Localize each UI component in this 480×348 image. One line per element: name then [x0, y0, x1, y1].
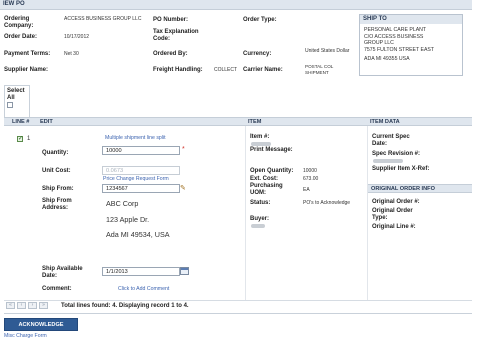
line-number: 1 [27, 136, 31, 142]
add-comment-link[interactable]: Click to Add Comment [118, 286, 169, 292]
original-order-type-label: Original Order Type: [372, 208, 413, 221]
column-item-data: ITEM DATA [370, 119, 400, 125]
supplier-item-xref-label: Supplier Item X-Ref: [372, 166, 430, 172]
open-quantity-value: 10000 [303, 168, 317, 174]
ship-from-address-line: 123 Apple Dr. [106, 215, 150, 224]
original-order-info-title: ORIGINAL ORDER INFO [371, 186, 435, 192]
print-message-label: Print Message: [250, 147, 293, 153]
quantity-label: Quantity: [42, 150, 69, 156]
currency-label: Currency: [243, 51, 272, 57]
select-all-checkbox[interactable] [7, 102, 13, 108]
spec-revision-label: Spec Revision #: [372, 151, 421, 157]
page-title: IEW PO [0, 0, 472, 10]
currency-value: United States Dollar [305, 48, 350, 54]
column-line: LINE # [12, 119, 30, 125]
select-all-box: Select All [4, 85, 30, 118]
ship-to-line: ADA MI 49355 USA [364, 56, 410, 63]
ordering-company-value: ACCESS BUSINESS GROUP LLC [64, 16, 142, 22]
order-type-label: Order Type: [243, 17, 277, 23]
comment-label: Comment: [42, 286, 72, 292]
ship-from-address-label: Ship From Address: [42, 198, 72, 211]
next-page-button[interactable]: › [28, 302, 37, 309]
ship-available-date-label: Ship Available Date: [42, 266, 83, 279]
ext-cost-value: 673.00 [303, 176, 319, 182]
ship-from-input[interactable]: 1234567 [102, 184, 180, 193]
divider [4, 313, 472, 314]
calendar-icon[interactable] [180, 267, 189, 275]
ordering-company-label: Ordering Company: [4, 16, 34, 29]
po-number-label: PO Number: [153, 17, 189, 23]
misc-charge-form-link[interactable]: Misc Charge Form [4, 333, 47, 339]
select-all-label: Select All [7, 88, 25, 101]
purchasing-uom-label: Purchasing UOM: [250, 183, 283, 196]
ship-from-label: Ship From: [42, 186, 74, 192]
payment-terms-value: Net 30 [64, 51, 79, 57]
price-change-link[interactable]: Price Change Request Form [103, 176, 169, 182]
carrier-name-value: POSTAL COL SHIPMENT [305, 64, 334, 75]
unit-cost-label: Unit Cost: [42, 168, 71, 174]
original-order-label: Original Order #: [372, 199, 420, 205]
acknowledge-button[interactable]: ACKNOWLEDGE [4, 318, 78, 331]
ext-cost-label: Ext. Cost: [250, 176, 279, 182]
freight-handling-value: COLLECT [214, 67, 238, 73]
tax-explanation-label: Tax Explanation Code: [153, 29, 199, 42]
buyer-label: Buyer: [250, 216, 270, 222]
original-order-info-header: ORIGINAL ORDER INFO [368, 184, 472, 193]
payment-terms-label: Payment Terms: [4, 51, 51, 57]
grid-header: LINE # EDIT ITEM ITEM DATA [4, 117, 472, 126]
supplier-name-label: Supplier Name: [4, 67, 49, 73]
ship-to-panel: SHIP TO PERSONAL CARE PLANT C/O ACCESS B… [359, 14, 463, 76]
status-value: PO's to Acknowledge [303, 200, 351, 206]
column-divider [245, 126, 246, 300]
ship-to-line: 7575 FULTON STREET EAST [364, 46, 435, 53]
spec-revision-redacted [373, 159, 403, 163]
first-page-button[interactable]: « [6, 302, 15, 309]
column-item: ITEM [248, 119, 262, 125]
unit-cost-input[interactable]: 0.0673 [102, 166, 180, 175]
quantity-input[interactable]: 10000 [102, 146, 180, 155]
column-divider [367, 126, 368, 300]
edit-pencil-icon[interactable]: ✎ [180, 185, 186, 192]
last-page-button[interactable]: » [39, 302, 48, 309]
ship-to-line: C/O ACCESS BUSINESS [364, 33, 424, 40]
pager-summary: Total lines found: 4. Displaying record … [61, 303, 189, 309]
line-checkbox[interactable] [17, 136, 23, 142]
ship-to-title: SHIP TO [360, 15, 462, 24]
ship-from-address-line: Ada MI 49534, USA [106, 230, 170, 239]
pager: « ‹ › » Total lines found: 4. Displaying… [4, 300, 472, 310]
ship-available-date-input[interactable]: 1/1/2013 [102, 267, 180, 276]
ordered-by-label: Ordered By: [153, 51, 188, 57]
required-mark: * [182, 146, 185, 153]
order-date-label: Order Date: [4, 34, 38, 40]
buyer-redacted [251, 224, 265, 228]
column-edit: EDIT [40, 119, 53, 125]
original-line-label: Original Line #: [372, 224, 416, 230]
freight-handling-label: Freight Handling: [153, 67, 203, 73]
item-number-redacted [251, 142, 271, 146]
purchasing-uom-value: EA [303, 187, 310, 193]
open-quantity-label: Open Quantity: [250, 168, 294, 174]
multiple-shipment-link[interactable]: Multiple shipment line split [105, 135, 166, 141]
ship-to-line: PERSONAL CARE PLANT [364, 27, 427, 33]
ship-to-line: GROUP LLC [364, 40, 394, 47]
carrier-name-label: Carrier Name: [243, 67, 283, 73]
prev-page-button[interactable]: ‹ [17, 302, 26, 309]
current-spec-date-label: Current Spec Date: [372, 134, 410, 147]
item-number-label: Item #: [250, 134, 270, 140]
ship-from-address-line: ABC Corp [106, 199, 139, 208]
order-date-value: 10/17/2012 [64, 34, 90, 40]
status-label: Status: [250, 200, 271, 206]
